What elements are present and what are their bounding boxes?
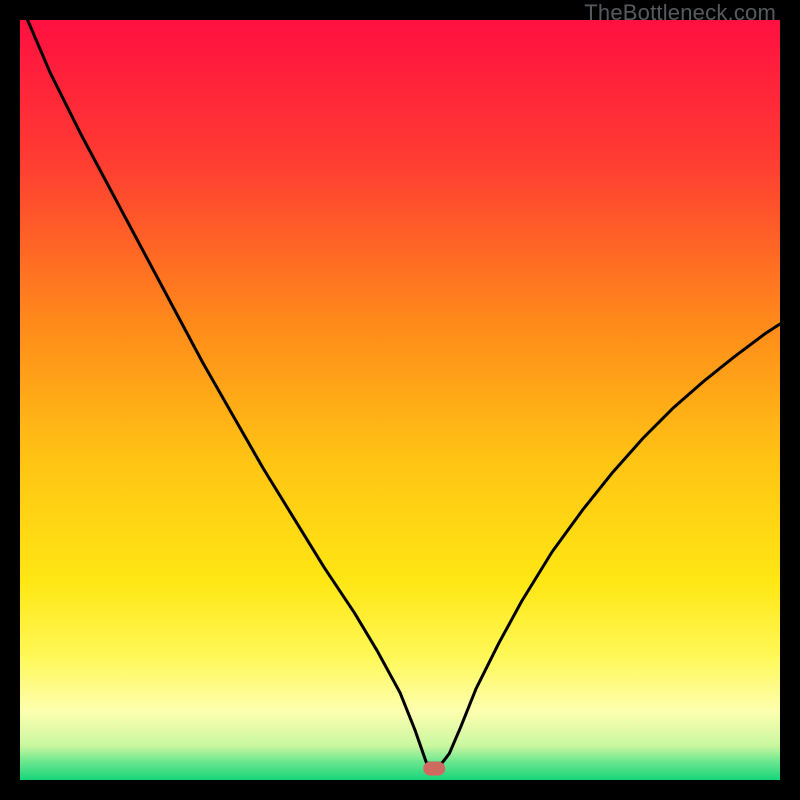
- optimal-point-marker: [423, 762, 445, 776]
- chart-frame: TheBottleneck.com: [0, 0, 800, 800]
- gradient-background: [20, 20, 780, 780]
- bottleneck-chart: [20, 20, 780, 780]
